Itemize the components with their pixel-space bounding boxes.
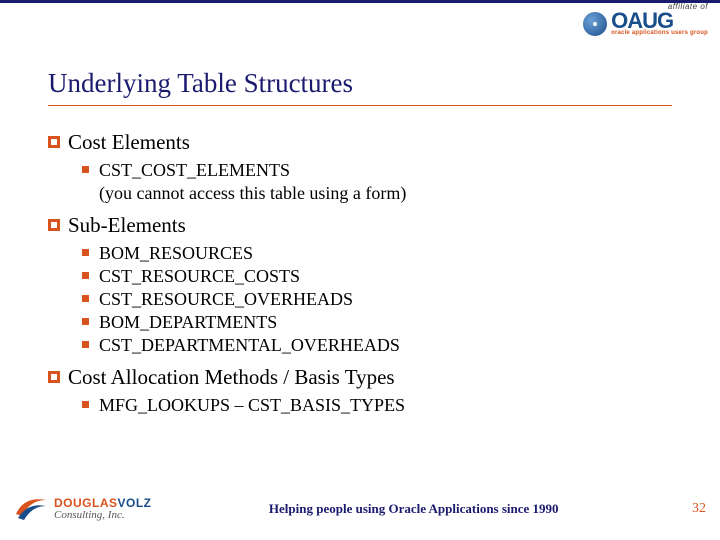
list-item: CST_DEPARTMENTAL_OVERHEADS: [82, 334, 672, 357]
heading-text: Cost Elements: [68, 130, 190, 155]
list-item: BOM_DEPARTMENTS: [82, 311, 672, 334]
sub-list: CST_COST_ELEMENTS (you cannot access thi…: [82, 159, 672, 205]
item-text: BOM_DEPARTMENTS: [99, 311, 277, 334]
footer: DOUGLASVOLZ Consulting, Inc. Helping peo…: [14, 492, 706, 526]
dv-last: VOLZ: [118, 496, 152, 510]
square-bullet-icon: [82, 272, 89, 279]
dv-first: DOUGLAS: [54, 496, 118, 510]
item-text: CST_RESOURCE_OVERHEADS: [99, 288, 353, 311]
item-text: CST_RESOURCE_COSTS: [99, 265, 300, 288]
heading-text: Sub-Elements: [68, 213, 186, 238]
square-bullet-icon: [82, 295, 89, 302]
item-paren: (you cannot access this table using a fo…: [99, 182, 406, 205]
hollow-square-icon: [48, 136, 60, 148]
affiliate-block: affiliate of OAUG oracle applications us…: [583, 2, 708, 36]
item-main: CST_COST_ELEMENTS: [99, 160, 290, 180]
swoosh-icon: [14, 492, 48, 526]
list-item: CST_RESOURCE_COSTS: [82, 265, 672, 288]
square-bullet-icon: [82, 166, 89, 173]
hollow-square-icon: [48, 219, 60, 231]
heading-text: Cost Allocation Methods / Basis Types: [68, 365, 395, 390]
affiliate-label: affiliate of: [668, 2, 708, 11]
page-number: 32: [676, 501, 706, 517]
dv-sub: Consulting, Inc.: [54, 510, 152, 522]
globe-icon: [583, 12, 607, 36]
square-bullet-icon: [82, 401, 89, 408]
item-text: CST_COST_ELEMENTS (you cannot access thi…: [99, 159, 406, 205]
body: Cost Elements CST_COST_ELEMENTS (you can…: [48, 130, 672, 421]
list-item: MFG_LOOKUPS – CST_BASIS_TYPES: [82, 394, 672, 417]
dv-name: DOUGLASVOLZ: [54, 497, 152, 510]
oaug-logo: OAUG oracle applications users group: [583, 11, 708, 36]
item-text: BOM_RESOURCES: [99, 242, 253, 265]
item-text: CST_DEPARTMENTAL_OVERHEADS: [99, 334, 400, 357]
slide: affiliate of OAUG oracle applications us…: [0, 0, 720, 540]
sub-list: BOM_RESOURCES CST_RESOURCE_COSTS CST_RES…: [82, 242, 672, 357]
slide-title: Underlying Table Structures: [48, 68, 672, 99]
dv-logo: DOUGLASVOLZ Consulting, Inc.: [14, 492, 152, 526]
title-block: Underlying Table Structures: [48, 68, 672, 106]
oaug-text: OAUG: [611, 11, 708, 31]
square-bullet-icon: [82, 318, 89, 325]
section-heading: Cost Elements: [48, 130, 672, 155]
hollow-square-icon: [48, 371, 60, 383]
sub-list: MFG_LOOKUPS – CST_BASIS_TYPES: [82, 394, 672, 417]
list-item: BOM_RESOURCES: [82, 242, 672, 265]
item-text: MFG_LOOKUPS – CST_BASIS_TYPES: [99, 394, 405, 417]
section-heading: Cost Allocation Methods / Basis Types: [48, 365, 672, 390]
footer-tagline: Helping people using Oracle Applications…: [152, 501, 677, 517]
list-item: CST_COST_ELEMENTS (you cannot access thi…: [82, 159, 672, 205]
square-bullet-icon: [82, 249, 89, 256]
section-heading: Sub-Elements: [48, 213, 672, 238]
list-item: CST_RESOURCE_OVERHEADS: [82, 288, 672, 311]
square-bullet-icon: [82, 341, 89, 348]
title-underline: [48, 105, 672, 106]
oaug-subtext: oracle applications users group: [611, 31, 708, 36]
